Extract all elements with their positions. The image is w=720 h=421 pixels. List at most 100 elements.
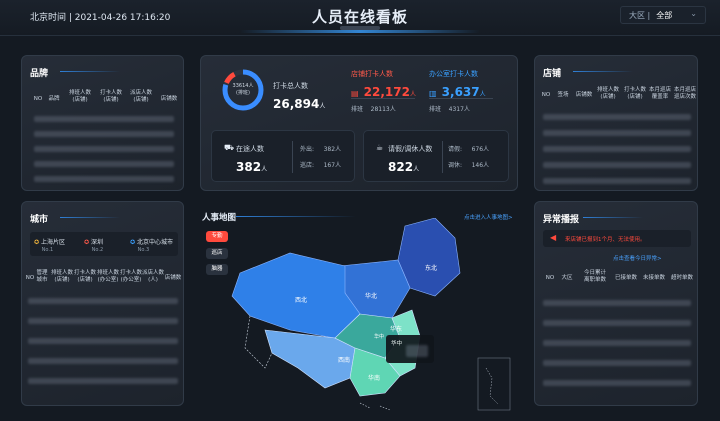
leave-label: 请假/调休人数 <box>388 145 433 153</box>
medal-icon: ✪ <box>34 239 40 246</box>
col-site: 签场 <box>557 92 569 98</box>
popup-title: 华中 <box>391 341 403 347</box>
leave-value: 822 <box>388 160 414 174</box>
label-southwest: 西南 <box>338 356 350 364</box>
inset-islands <box>485 367 499 405</box>
label-east: 华东 <box>390 325 402 333</box>
punch-value: 26,894 <box>273 97 320 111</box>
out-label: 外出: <box>300 146 315 153</box>
page-title: 人员在线看板 <box>311 8 408 26</box>
col-brand: 品牌 <box>48 96 60 102</box>
table-row <box>28 298 178 304</box>
table-row <box>543 380 691 386</box>
punch-label: 打卡总人数 <box>273 82 308 90</box>
alert-panel: 异常播报 ◀ 来店铺已报到1个月、无法使用。 点击查看今日异常> NO 大区 今… <box>534 201 698 406</box>
unit: 人 <box>479 91 486 98</box>
brand-panel: 品牌 NO 品牌 排班人数 (店铺) 打卡人数 (店铺) 派店人数 (店铺) 店… <box>21 55 184 191</box>
truck-icon: ⛟ <box>224 143 235 152</box>
leave-a-value: 676人 <box>471 146 490 153</box>
col-stores: 店铺数 <box>575 92 593 98</box>
col-visit: 派店人数 (人) <box>142 270 165 283</box>
col-visit: 派店人数 (店铺) <box>129 90 152 103</box>
col-sched: 排班人数 (店铺) <box>596 87 619 100</box>
table-row <box>28 378 178 384</box>
table-row <box>543 130 691 136</box>
sched-label: 排班 <box>429 106 442 113</box>
label-south: 华南 <box>368 374 380 382</box>
col-punch: 打卡人数 (店铺) <box>99 90 122 103</box>
sched-value: 28113人 <box>370 106 396 113</box>
col-coverage: 本月巡店 覆盖率 <box>648 87 671 100</box>
store-panel: 店铺 NO 签场 店铺数 排班人数 (店铺) 打卡人数 (店铺) 本月巡店 覆盖… <box>534 55 698 191</box>
col-punch: 打卡人数 (店铺) <box>623 87 646 100</box>
title-line <box>60 71 120 72</box>
alert-title: 异常播报 <box>543 215 580 225</box>
office-icon: ▥ <box>429 89 437 98</box>
label-northeast: 东北 <box>425 264 437 272</box>
header-bar: 北京时间 | 2021-04-26 17:16:20 人员在线看板 大区 | 全… <box>0 0 720 36</box>
store-sched: 排班 28113人 <box>351 104 396 113</box>
medal-icon: ✪ <box>84 239 90 246</box>
map-popup: 华中 <box>386 335 434 363</box>
sched-label: 排班 <box>351 106 364 113</box>
col-no: NO <box>33 96 43 102</box>
table-row <box>34 116 174 122</box>
divider <box>442 141 443 173</box>
medal-icon: ✪ <box>130 239 136 246</box>
table-row <box>34 146 174 152</box>
table-row <box>543 360 691 366</box>
rank-no: No.3 <box>137 247 150 253</box>
region-value: 全部 <box>656 10 673 20</box>
unit: 人 <box>413 166 420 173</box>
title-line <box>583 217 643 218</box>
onsite-total: 382人 <box>236 156 267 175</box>
store-icon: ▤ <box>351 89 359 98</box>
ring-text: 33614人 (排班) <box>232 83 254 96</box>
label-north: 华北 <box>365 292 377 300</box>
leave-b-label: 调休: <box>448 162 463 169</box>
col-sched-store: 排班人数 (店铺) <box>50 270 73 283</box>
col-timeout: 超时单数 <box>670 275 693 281</box>
visit-row: 巡店: 167人 <box>300 160 341 169</box>
office-punch-label: 办公室打卡人数 <box>429 70 478 78</box>
col-accepted: 已接单数 <box>614 275 637 281</box>
office-sched: 排班 4317人 <box>429 104 470 113</box>
col-today: 今日累计 离职单数 <box>583 270 606 283</box>
punch-total: 26,894人 <box>273 93 325 112</box>
china-map: 东北 华北 西北 西南 华南 华东 华中 <box>231 218 511 411</box>
rank-no: No.1 <box>41 247 54 253</box>
col-stores: 店铺数 <box>164 275 182 281</box>
divider <box>429 98 493 99</box>
col-sched: 排班人数 (店铺) <box>68 90 91 103</box>
unit: 人 <box>261 166 268 173</box>
col-region: 大区 <box>561 275 573 281</box>
map-title-line <box>236 216 356 217</box>
table-row <box>28 358 178 364</box>
divider <box>292 141 293 173</box>
label-central: 华中 <box>374 333 384 340</box>
leave-a-row: 请假: 676人 <box>448 144 489 153</box>
speaker-icon: ◀ <box>550 233 557 242</box>
region-northwest <box>231 252 361 339</box>
col-stores: 店铺数 <box>160 96 178 102</box>
title-line <box>60 217 120 218</box>
table-row <box>543 320 691 326</box>
title-line <box>573 71 633 72</box>
leave-card: ☕ 请假/调休人数 822人 请假: 676人 调休: 146人 <box>363 130 509 182</box>
table-row <box>543 146 691 152</box>
chevron-down-icon[interactable]: ⌄ <box>690 9 697 18</box>
label-northwest: 西北 <box>295 296 307 304</box>
region-select[interactable]: 大区 | 全部 ⌄ <box>620 6 706 24</box>
col-visits: 本月巡店 巡店次数 <box>673 87 696 100</box>
city-panel: 城市 ✪ 上海片区 No.1 ✪ 深圳 No.2 ✪ 北京中心城市 No.3 N… <box>21 201 184 406</box>
rank-1: ✪ 上海片区 No.1 <box>34 237 65 253</box>
alert-link[interactable]: 点击查看今日异常> <box>613 254 662 262</box>
out-row: 外出: 382人 <box>300 144 341 153</box>
leave-total: 822人 <box>388 156 419 175</box>
cup-icon: ☕ <box>376 143 384 152</box>
col-pending: 未接单数 <box>642 275 665 281</box>
out-value: 382人 <box>323 146 342 153</box>
col-city: 管理 城市 <box>36 270 48 283</box>
office-value: 3,637 <box>441 85 480 99</box>
onsite-label: 在途人数 <box>236 145 264 153</box>
